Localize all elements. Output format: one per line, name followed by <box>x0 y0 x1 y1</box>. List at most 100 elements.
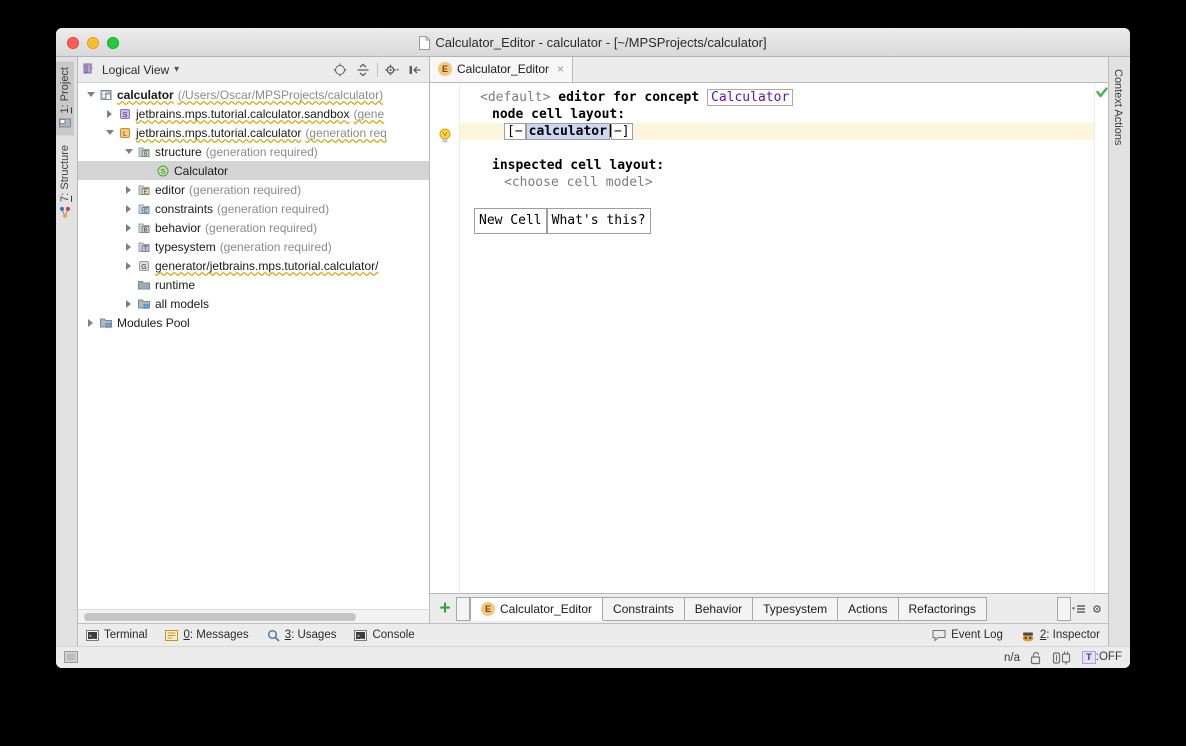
unlocked-icon[interactable] <box>1030 651 1042 665</box>
new-cell-button[interactable]: New Cell <box>474 208 547 234</box>
window-title: Calculator_Editor - calculator - [~/MPSP… <box>56 28 1130 57</box>
inspected-cell-layout-label: inspected cell layout: <box>492 158 664 173</box>
tree-row[interactable]: Ljetbrains.mps.tutorial.calculator(gener… <box>78 123 429 142</box>
bottom-tab-typesystem[interactable]: Typesystem <box>753 597 838 621</box>
code-line-node-cell-layout: node cell layout: <box>460 106 1094 123</box>
sidebar-tab-project[interactable]: 1: Project <box>56 61 74 135</box>
tree-row-sublabel: (/Users/Oscar/MPSProjects/calculator) <box>178 88 383 102</box>
tree-row-label: behavior <box>155 221 201 235</box>
tool-button-console[interactable]: >_ Console <box>354 629 414 642</box>
chevron-down-icon[interactable] <box>103 130 116 135</box>
structure-model-icon: S <box>135 145 152 159</box>
bottom-tab-label: Constraints <box>613 602 674 616</box>
chevron-right-icon[interactable] <box>122 243 135 251</box>
bottom-tab-calculator-editor[interactable]: ECalculator_Editor <box>470 597 603 621</box>
tree-row[interactable]: Sjetbrains.mps.tutorial.calculator.sandb… <box>78 104 429 123</box>
chevron-right-icon[interactable] <box>84 319 97 327</box>
tool-button-inspector-label: 2: Inspector <box>1040 629 1100 641</box>
folder-icon <box>137 278 151 292</box>
folder-icon <box>135 278 152 292</box>
tree-row[interactable]: Modules Pool <box>78 313 429 332</box>
project-tree[interactable]: calculator(/Users/Oscar/MPSProjects/calc… <box>78 83 429 609</box>
code-line-choose-cell-model[interactable]: <choose cell model> <box>460 174 1094 191</box>
chevron-right-icon[interactable] <box>122 205 135 213</box>
bottom-tab-actions[interactable]: Actions <box>838 597 898 621</box>
svg-text:L: L <box>123 131 127 138</box>
tab-list-icon[interactable] <box>1071 602 1089 616</box>
bottom-tab-label: Refactorings <box>909 602 976 616</box>
code-line-inspected-cell-layout: inspected cell layout: <box>460 157 1094 174</box>
hscroll-thumb[interactable] <box>84 613 356 621</box>
status-bar: n/a T:OFF <box>56 646 1130 668</box>
tab-settings-icon[interactable] <box>1092 602 1102 616</box>
choose-cell-model-placeholder[interactable]: <choose cell model> <box>504 175 653 190</box>
window-title-text: Calculator_Editor - calculator - [~/MPSP… <box>435 35 766 50</box>
tree-row[interactable]: Cconstraints(generation required) <box>78 199 429 218</box>
scroll-from-source-icon[interactable] <box>331 61 349 79</box>
whats-this-button[interactable]: What's this? <box>547 208 651 234</box>
property-cell-calculator[interactable]: calculator <box>526 123 610 140</box>
window-titlebar: Calculator_Editor - calculator - [~/MPSP… <box>56 28 1130 57</box>
all-models-icon <box>135 297 152 311</box>
concept-name-cell[interactable]: Calculator <box>707 89 793 106</box>
event-log-icon <box>932 629 946 642</box>
project-module-icon <box>97 88 114 102</box>
editor-tab-calculator-editor[interactable]: E Calculator_Editor × <box>430 57 573 82</box>
memory-indicator-icon[interactable] <box>64 651 79 664</box>
tool-button-messages[interactable]: 0: Messages <box>165 629 248 642</box>
code-line-blank-1 <box>460 140 1094 157</box>
tool-button-terminal[interactable]: >_ Terminal <box>86 629 147 642</box>
tree-row[interactable]: all models <box>78 294 429 313</box>
collapse-all-icon[interactable] <box>354 61 372 79</box>
tree-row[interactable]: Eeditor(generation required) <box>78 180 429 199</box>
sidebar-tab-structure[interactable]: 7: Structure <box>56 139 74 224</box>
chevron-right-icon[interactable] <box>122 224 135 232</box>
bottom-tab-refactorings[interactable]: Refactorings <box>899 597 987 621</box>
chevron-down-icon[interactable] <box>122 149 135 154</box>
view-selector[interactable]: D S L Logical View ▾ <box>83 63 179 77</box>
chevron-right-icon[interactable] <box>122 300 135 308</box>
settings-gear-icon[interactable] <box>383 61 401 79</box>
tree-row-label: editor <box>155 183 185 197</box>
hide-panel-icon[interactable] <box>406 61 424 79</box>
tool-button-inspector[interactable]: 2: Inspector <box>1021 629 1100 642</box>
add-aspect-button[interactable]: + <box>434 599 456 618</box>
lightbulb-icon[interactable] <box>438 128 452 149</box>
view-selector-label: Logical View <box>102 63 169 77</box>
tool-button-usages-label: 3: Usages <box>285 629 337 641</box>
collection-close-bracket[interactable]: −] <box>611 123 633 140</box>
editor-code[interactable]: <default> editor for concept Calculator … <box>460 83 1094 593</box>
tree-row[interactable]: runtime <box>78 275 429 294</box>
tree-row-label: all models <box>155 297 209 311</box>
inspection-status-strip[interactable] <box>1094 83 1108 593</box>
tree-row[interactable]: SCalculator <box>78 161 429 180</box>
bottom-tab-constraints[interactable]: Constraints <box>603 597 685 621</box>
tree-row[interactable]: Ggenerator/jetbrains.mps.tutorial.calcul… <box>78 256 429 275</box>
sidebar-tab-context-actions[interactable]: Context Actions <box>1109 63 1127 151</box>
status-toggle[interactable]: T:OFF <box>1082 651 1122 664</box>
bottom-tab-behavior[interactable]: Behavior <box>685 597 753 621</box>
tool-button-usages[interactable]: 3: Usages <box>267 629 337 642</box>
tool-button-event-log[interactable]: Event Log <box>932 629 1003 642</box>
chevron-right-icon[interactable] <box>103 110 116 118</box>
project-tree-hscrollbar[interactable] <box>78 609 429 623</box>
constraints-model-icon: C <box>137 202 151 216</box>
generator-model-icon: G <box>135 259 152 273</box>
center-column: D S L Logical View ▾ <box>78 57 1108 646</box>
hscroll-track[interactable] <box>84 613 423 621</box>
tree-row[interactable]: Bbehavior(generation required) <box>78 218 429 237</box>
chevron-right-icon[interactable] <box>122 186 135 194</box>
chevron-right-icon[interactable] <box>122 262 135 270</box>
tree-row-sublabel: (generation required) <box>206 145 318 159</box>
plug-icon[interactable] <box>1052 651 1072 665</box>
code-line-cell-collection[interactable]: [−calculator−] <box>460 123 1094 140</box>
svg-text:B: B <box>143 227 147 233</box>
tree-row[interactable]: Sstructure(generation required) <box>78 142 429 161</box>
language-icon: L <box>118 126 132 140</box>
tree-row-label: Modules Pool <box>117 316 190 330</box>
tree-row[interactable]: Ttypesystem(generation required) <box>78 237 429 256</box>
close-icon[interactable]: × <box>557 62 564 76</box>
collection-open-bracket[interactable]: [− <box>504 123 526 140</box>
tree-row[interactable]: calculator(/Users/Oscar/MPSProjects/calc… <box>78 85 429 104</box>
chevron-down-icon[interactable] <box>84 92 97 97</box>
